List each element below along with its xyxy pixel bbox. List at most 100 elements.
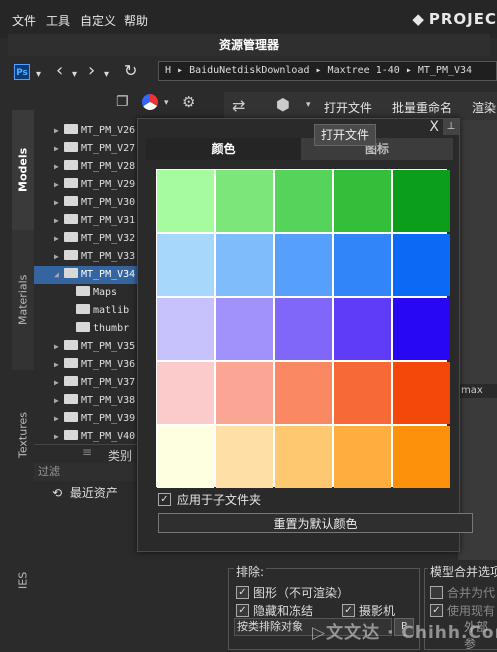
checkbox[interactable]: ✓ bbox=[236, 604, 249, 617]
tree-item[interactable]: ▶ MT_PM_V28 bbox=[34, 158, 138, 176]
folder-icon bbox=[64, 376, 78, 386]
pin-icon[interactable]: ⊥ bbox=[443, 119, 459, 135]
refresh-icon[interactable]: ↻ bbox=[124, 62, 137, 80]
color-swatch[interactable] bbox=[216, 234, 273, 296]
tree-item[interactable]: ▶ MT_PM_V39 bbox=[34, 410, 138, 428]
menu-bar: 文件 工具 自定义 帮助 ◆ PROJEC bbox=[0, 0, 497, 38]
tree-item[interactable]: ▶ MT_PM_V31 bbox=[34, 212, 138, 230]
close-icon[interactable]: X bbox=[429, 119, 439, 135]
color-swatch[interactable] bbox=[334, 298, 391, 360]
menu-customize[interactable]: 自定义 bbox=[80, 12, 116, 29]
categories-header[interactable]: ≡ 类别 bbox=[34, 444, 138, 463]
folder-icon bbox=[64, 232, 78, 242]
box-dropdown-icon[interactable]: ▾ bbox=[306, 100, 311, 110]
tab-models[interactable]: Models bbox=[12, 110, 34, 230]
color-swatch[interactable] bbox=[216, 298, 273, 360]
dropdown-icon[interactable]: ▾ bbox=[36, 66, 41, 84]
tab-textures[interactable]: Textures bbox=[12, 370, 34, 500]
color-swatch[interactable] bbox=[275, 426, 332, 488]
color-swatch[interactable] bbox=[275, 234, 332, 296]
tree-item[interactable]: ▶ MT_PM_V33 bbox=[34, 248, 138, 266]
color-swatch[interactable] bbox=[393, 298, 450, 360]
color-swatch[interactable] bbox=[157, 362, 214, 424]
folder-icon bbox=[64, 358, 78, 368]
path-text: H ▸ BaiduNetdiskDownload ▸ Maxtree 1-40 … bbox=[165, 65, 473, 76]
color-wheel-icon[interactable] bbox=[142, 94, 158, 110]
tooltip: 打开文件 bbox=[314, 124, 376, 146]
merge-proxy-option[interactable]: 合并为代 bbox=[430, 584, 495, 601]
batch-rename-button[interactable]: 批量重命名 bbox=[392, 99, 452, 116]
apply-subfolders-checkbox[interactable]: ✓ bbox=[158, 493, 171, 506]
exclude-hidden-option[interactable]: ✓ 隐藏和冻结 bbox=[236, 602, 313, 619]
reset-color-button[interactable]: 重置为默认颜色 bbox=[158, 513, 473, 533]
tree-item[interactable]: ▶ MT_PM_V30 bbox=[34, 194, 138, 212]
checkbox[interactable]: ✓ bbox=[430, 604, 443, 617]
window-title: 资源管理器 bbox=[8, 34, 490, 56]
back-button[interactable]: ‹ bbox=[56, 62, 63, 80]
color-swatch[interactable] bbox=[157, 234, 214, 296]
color-swatch[interactable] bbox=[275, 362, 332, 424]
use-existing-option[interactable]: ✓ 使用现有 bbox=[430, 602, 495, 619]
tree-item[interactable]: Maps bbox=[34, 284, 138, 302]
tree-item-selected[interactable]: ◢ MT_PM_V34 bbox=[34, 266, 138, 284]
tree-item[interactable]: ▶ MT_PM_V32 bbox=[34, 230, 138, 248]
tree-item[interactable]: thumbr bbox=[34, 320, 138, 338]
apply-subfolders-option[interactable]: ✓ 应用于子文件夹 bbox=[158, 491, 261, 508]
color-swatch[interactable] bbox=[216, 170, 273, 232]
render-button[interactable]: 渲染 bbox=[472, 99, 496, 116]
exclude-shapes-option[interactable]: ✓ 图形（不可渲染） bbox=[236, 584, 349, 601]
tree-item[interactable]: ▶ MT_PM_V27 bbox=[34, 140, 138, 158]
color-swatch[interactable] bbox=[157, 426, 214, 488]
color-dropdown-icon[interactable]: ▾ bbox=[164, 98, 169, 108]
tree-item[interactable]: ▶ MT_PM_V36 bbox=[34, 356, 138, 374]
color-swatch[interactable] bbox=[275, 298, 332, 360]
box-stack-icon[interactable]: ⬢ bbox=[276, 95, 290, 114]
tree-item[interactable]: ▶ MT_PM_V37 bbox=[34, 374, 138, 392]
color-swatch[interactable] bbox=[216, 362, 273, 424]
transfer-icon[interactable]: ⇄ bbox=[232, 96, 245, 115]
photoshop-icon[interactable]: Ps bbox=[14, 64, 30, 80]
tree-item[interactable]: ▶ MT_PM_V40 bbox=[34, 428, 138, 445]
tab-ies[interactable]: IES bbox=[12, 520, 34, 640]
tab-color[interactable]: 颜色 bbox=[146, 138, 301, 160]
folder-icon bbox=[64, 214, 78, 224]
tree-item[interactable]: ▶ MT_PM_V29 bbox=[34, 176, 138, 194]
checkbox[interactable]: ✓ bbox=[236, 586, 249, 599]
exclude-camera-option[interactable]: ✓ 摄影机 bbox=[342, 602, 395, 619]
color-swatch[interactable] bbox=[393, 426, 450, 488]
color-swatch[interactable] bbox=[334, 234, 391, 296]
tab-materials[interactable]: Materials bbox=[12, 230, 34, 370]
color-swatch[interactable] bbox=[275, 170, 332, 232]
folder-icon bbox=[64, 250, 78, 260]
tree-item[interactable]: ▶ MT_PM_V26 bbox=[34, 122, 138, 140]
watermark: ▷文文达 · Chihh.Com bbox=[312, 623, 497, 643]
settings-gear-icon[interactable]: ⚙ bbox=[182, 93, 195, 111]
menu-help[interactable]: 帮助 bbox=[124, 12, 148, 29]
color-swatch[interactable] bbox=[334, 362, 391, 424]
menu-file[interactable]: 文件 bbox=[12, 12, 36, 29]
checkbox[interactable]: ✓ bbox=[342, 604, 355, 617]
open-file-button[interactable]: 打开文件 bbox=[324, 99, 372, 116]
color-swatch[interactable] bbox=[334, 426, 391, 488]
tree-item[interactable]: matlib bbox=[34, 302, 138, 320]
color-swatch[interactable] bbox=[393, 170, 450, 232]
categories-label: 类别 bbox=[108, 449, 133, 463]
color-swatch[interactable] bbox=[393, 234, 450, 296]
forward-button[interactable]: › bbox=[88, 62, 95, 80]
path-bar[interactable]: H ▸ BaiduNetdiskDownload ▸ Maxtree 1-40 … bbox=[158, 61, 497, 81]
back-dropdown-icon[interactable]: ▾ bbox=[72, 66, 77, 84]
color-swatch[interactable] bbox=[393, 362, 450, 424]
copy-icon[interactable]: ❐ bbox=[116, 94, 129, 110]
max-label: max bbox=[458, 384, 497, 398]
tree-item[interactable]: ▶ MT_PM_V38 bbox=[34, 392, 138, 410]
color-grid bbox=[156, 169, 450, 488]
color-swatch[interactable] bbox=[157, 170, 214, 232]
tree-item[interactable]: ▶ MT_PM_V35 bbox=[34, 338, 138, 356]
checkbox[interactable] bbox=[430, 586, 443, 599]
recent-assets[interactable]: ⟲ 最近资产 bbox=[52, 484, 118, 501]
menu-tools[interactable]: 工具 bbox=[46, 12, 70, 29]
color-swatch[interactable] bbox=[334, 170, 391, 232]
forward-dropdown-icon[interactable]: ▾ bbox=[104, 66, 109, 84]
color-swatch[interactable] bbox=[157, 298, 214, 360]
color-swatch[interactable] bbox=[216, 426, 273, 488]
